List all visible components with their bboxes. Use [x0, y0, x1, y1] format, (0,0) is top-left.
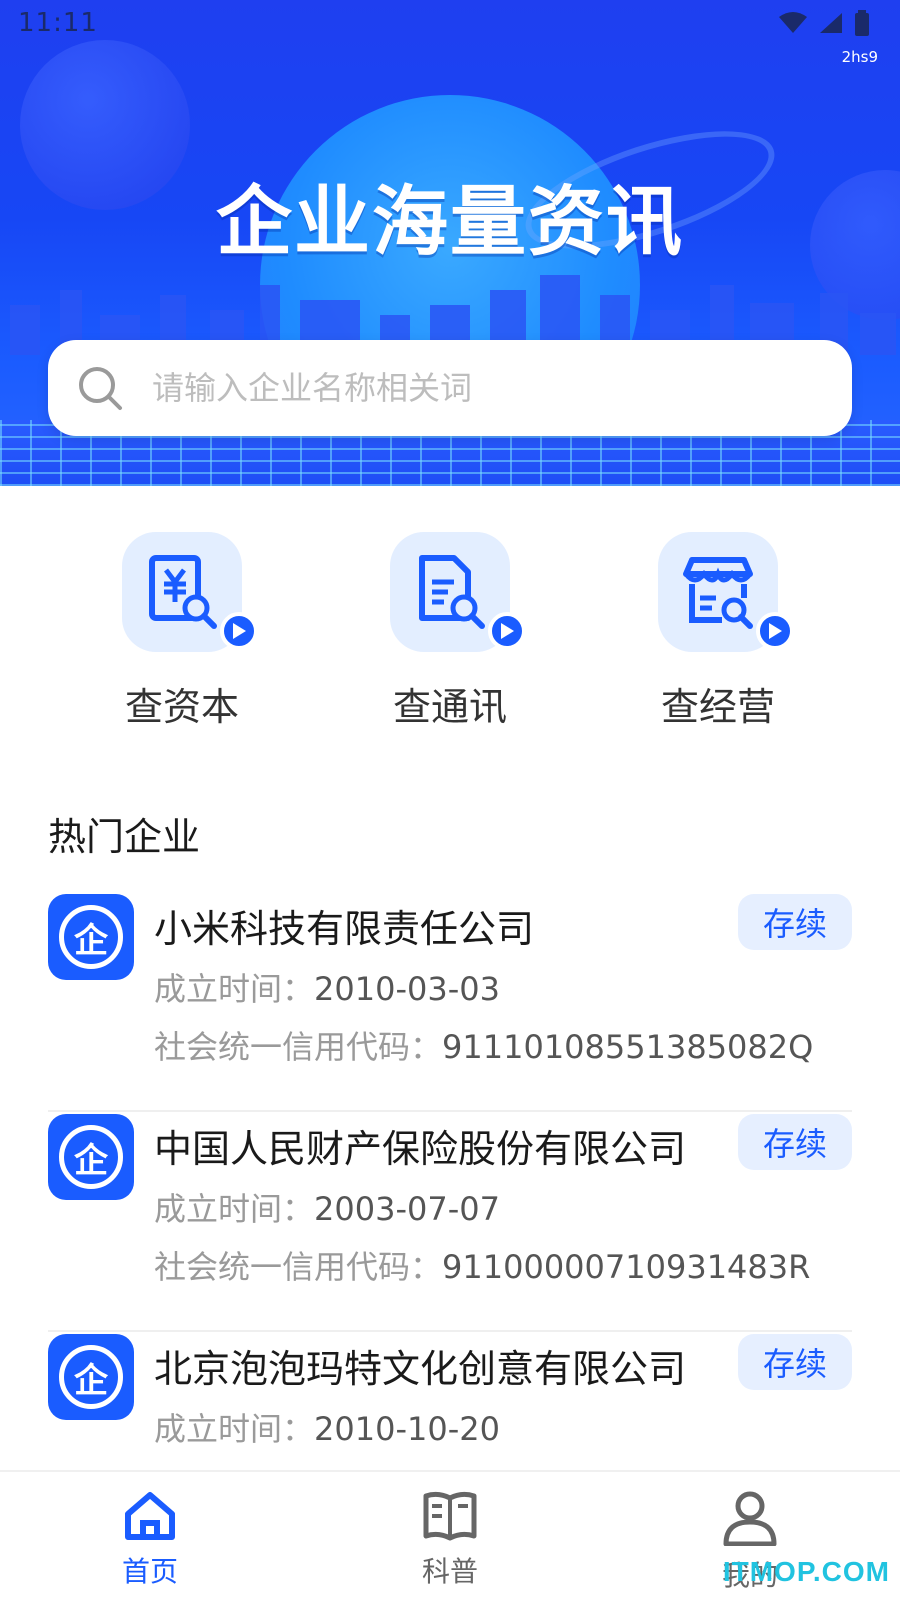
signal-icon: [820, 13, 842, 33]
search-bar[interactable]: [48, 340, 852, 436]
quick-action-business[interactable]: 查经营: [618, 532, 818, 731]
play-icon: [488, 612, 526, 650]
nav-item-science[interactable]: 科普: [370, 1490, 530, 1590]
quick-action-tile[interactable]: [658, 532, 794, 652]
search-input[interactable]: [152, 369, 772, 407]
search-icon: [79, 367, 122, 410]
founded-date: 成立时间：2010-03-03: [154, 970, 500, 1008]
wifi-icon: [779, 12, 807, 33]
status-sub-label: 2hs9: [841, 48, 878, 66]
home-icon: [125, 1492, 175, 1540]
section-title-hot-companies: 热门企业: [48, 815, 201, 859]
status-badge: 存续: [738, 1334, 852, 1390]
nav-label: 科普: [421, 1555, 478, 1588]
watermark: ITMOP.COM: [722, 1556, 890, 1587]
nav-item-home[interactable]: 首页: [70, 1490, 230, 1590]
company-card[interactable]: 企 小米科技有限责任公司 存续 成立时间：2010-03-03 社会统一信用代码…: [48, 892, 852, 1112]
company-logo-icon: 企: [48, 894, 134, 980]
company-logo-icon: 企: [48, 1114, 134, 1200]
hero-title: 企业海量资讯: [216, 177, 684, 266]
nav-label: 首页: [121, 1555, 178, 1588]
founded-date: 成立时间：2003-07-07: [154, 1190, 500, 1228]
quick-actions: 查资本 查通讯 查经营: [0, 532, 900, 729]
quick-action-capital[interactable]: 查资本: [82, 532, 282, 731]
company-name: 中国人民财产保险股份有限公司: [154, 1127, 687, 1171]
quick-action-tile[interactable]: [122, 532, 258, 652]
company-list: 企 小米科技有限责任公司 存续 成立时间：2010-03-03 社会统一信用代码…: [48, 892, 852, 1552]
quick-action-label: 查资本: [124, 685, 239, 729]
store-search-icon: [683, 557, 753, 629]
company-logo-icon: 企: [48, 1334, 134, 1420]
quick-action-label: 查通讯: [392, 685, 507, 729]
hero-banner: 11:11 2hs9 企业海量资讯: [0, 0, 900, 486]
quick-action-communication[interactable]: 查通讯: [350, 532, 550, 731]
status-time: 11:11: [18, 8, 98, 38]
credit-code: 社会统一信用代码：91110108551385082Q: [154, 1028, 814, 1066]
book-icon: [423, 1491, 477, 1541]
company-name: 北京泡泡玛特文化创意有限公司: [154, 1347, 687, 1391]
play-icon: [220, 612, 258, 650]
credit-code: 社会统一信用代码：91100000710931483R: [154, 1248, 811, 1286]
quick-action-tile[interactable]: [390, 532, 526, 652]
status-badge: 存续: [738, 1114, 852, 1170]
founded-date: 成立时间：2010-10-20: [154, 1410, 500, 1448]
capital-search-icon: [149, 555, 217, 629]
status-badge: 存续: [738, 894, 852, 950]
document-search-icon: [419, 555, 485, 629]
company-card[interactable]: 企 中国人民财产保险股份有限公司 存续 成立时间：2003-07-07 社会统一…: [48, 1112, 852, 1332]
status-icons: [778, 10, 870, 36]
play-icon: [756, 612, 794, 650]
company-name: 小米科技有限责任公司: [154, 907, 535, 951]
user-icon: [723, 1491, 777, 1547]
quick-action-label: 查经营: [660, 685, 775, 729]
battery-icon: [855, 10, 869, 36]
